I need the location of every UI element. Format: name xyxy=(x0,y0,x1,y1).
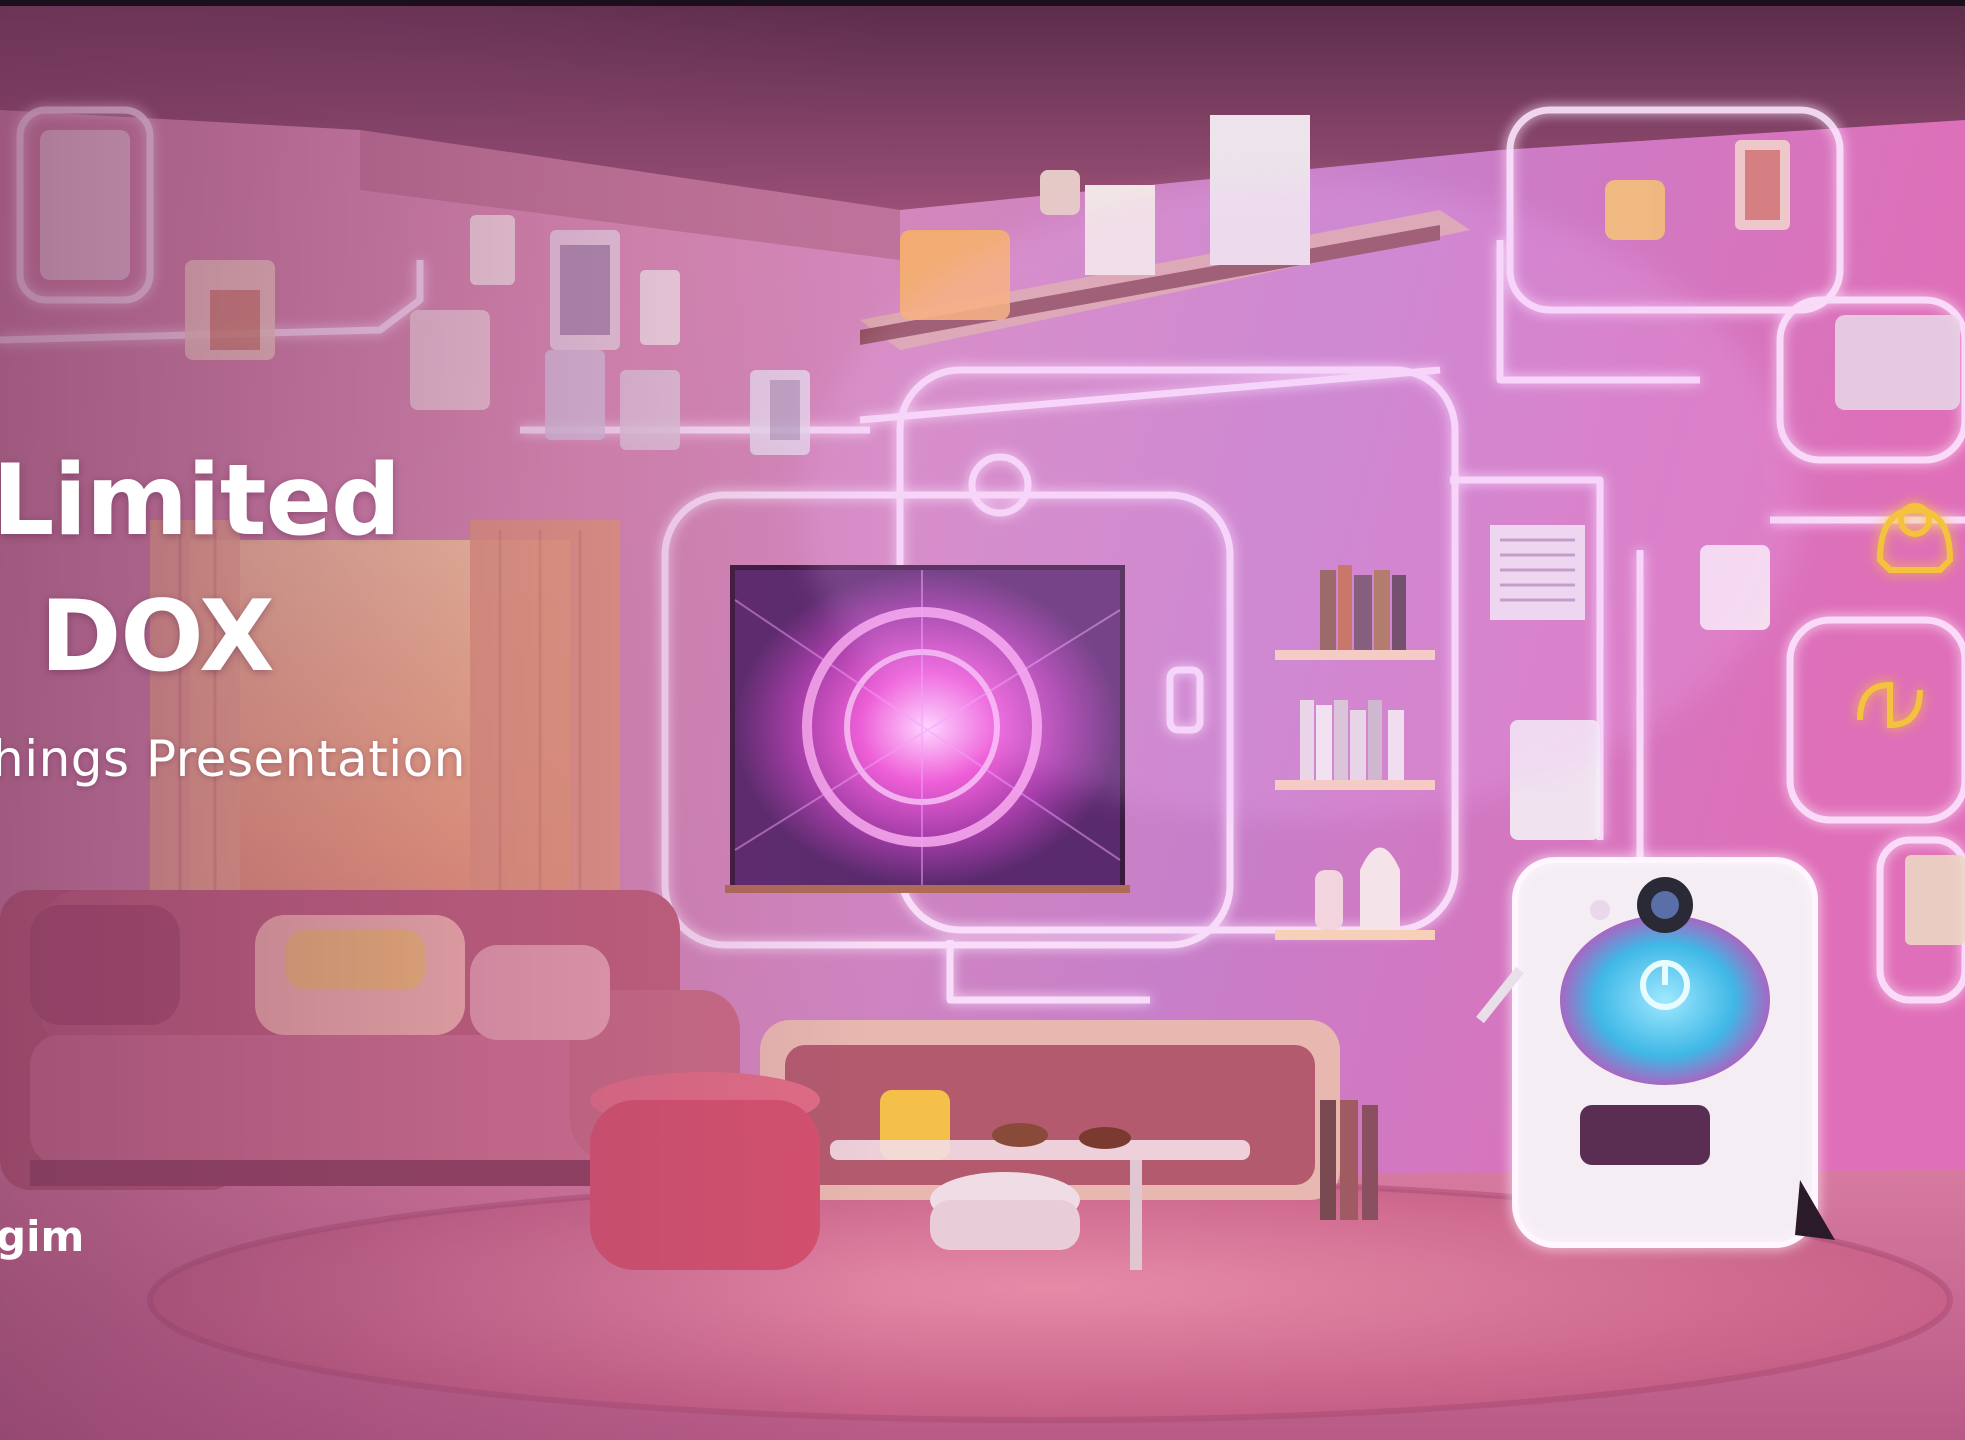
smart-home-illustration xyxy=(0,0,1965,1440)
slide-title-line-1: Limited xyxy=(0,444,401,558)
top-edge-bar xyxy=(0,0,1965,6)
presentation-slide: Limited DOX hings Presentation gim xyxy=(0,0,1965,1440)
slide-subtitle: hings Presentation xyxy=(0,730,466,788)
slide-author: gim xyxy=(0,1212,85,1261)
slide-title-line-2: DOX xyxy=(40,580,275,694)
